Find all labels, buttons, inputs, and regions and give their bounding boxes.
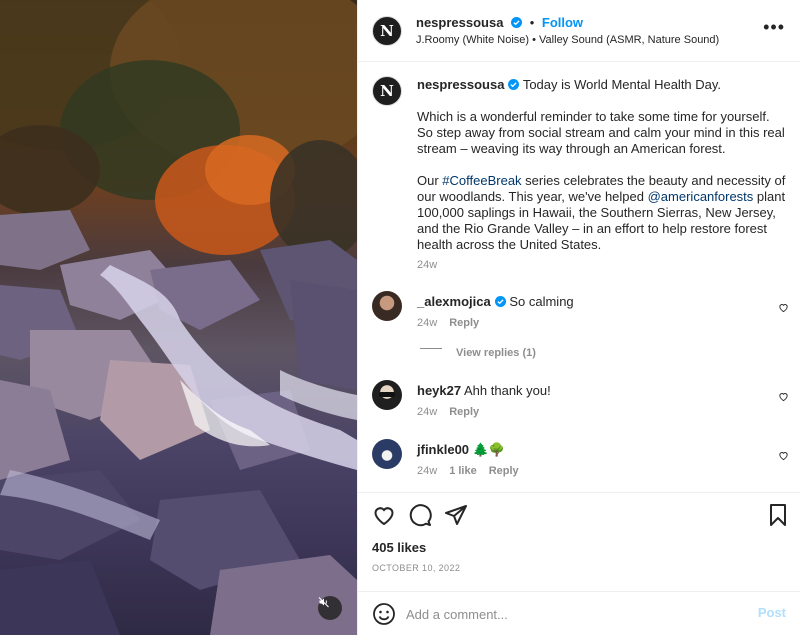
muted-speaker-icon bbox=[318, 597, 329, 608]
more-options-icon[interactable]: ••• bbox=[763, 18, 785, 36]
comment-timestamp[interactable]: 24w bbox=[417, 406, 437, 418]
heart-icon[interactable] bbox=[778, 391, 789, 402]
comment-meta: 24w Reply bbox=[417, 317, 479, 329]
heart-icon[interactable] bbox=[372, 503, 396, 527]
likes-count[interactable]: 405 likes bbox=[372, 540, 426, 555]
commenter-avatar[interactable] bbox=[372, 380, 402, 410]
instagram-post-modal: N nespressousa • Follow J.Roomy (White N… bbox=[0, 0, 800, 635]
author-avatar[interactable]: N bbox=[372, 16, 402, 46]
post-header: N nespressousa • Follow J.Roomy (White N… bbox=[358, 0, 800, 62]
replies-divider bbox=[420, 348, 442, 349]
mention-link[interactable]: @americanforests bbox=[648, 189, 754, 204]
heart-icon[interactable] bbox=[778, 302, 789, 313]
post-date[interactable]: OCTOBER 10, 2022 bbox=[372, 563, 460, 573]
caption-author-avatar[interactable]: N bbox=[372, 76, 402, 106]
reply-button[interactable]: Reply bbox=[449, 406, 479, 418]
separator-dot: • bbox=[529, 15, 535, 30]
audio-attribution[interactable]: J.Roomy (White Noise) • Valley Sound (AS… bbox=[416, 34, 719, 46]
view-replies-button[interactable]: View replies (1) bbox=[456, 347, 536, 359]
verified-badge-icon bbox=[511, 17, 523, 28]
hashtag-link[interactable]: #CoffeeBreak bbox=[442, 173, 521, 188]
author-username[interactable]: nespressousa bbox=[416, 15, 503, 30]
commenter-avatar[interactable] bbox=[372, 439, 402, 469]
comment-timestamp[interactable]: 24w bbox=[417, 465, 437, 477]
comment-icon[interactable] bbox=[408, 503, 432, 527]
share-icon[interactable] bbox=[444, 503, 468, 527]
verified-badge-icon bbox=[494, 296, 506, 307]
bookmark-icon[interactable] bbox=[766, 503, 790, 527]
post-details-panel: N nespressousa • Follow J.Roomy (White N… bbox=[357, 0, 800, 635]
comment-row: heyk27 Ahh thank you! bbox=[417, 383, 551, 398]
comment-row: jfinkle00 🌲🌳 bbox=[417, 442, 505, 458]
follow-button[interactable]: Follow bbox=[542, 15, 583, 30]
avatar-letter: N bbox=[380, 22, 394, 40]
comment-bar: Post bbox=[358, 591, 800, 635]
comment-text: 🌲🌳 bbox=[472, 442, 506, 457]
mute-toggle-button[interactable] bbox=[318, 596, 342, 620]
post-video[interactable] bbox=[0, 0, 357, 635]
comment-meta: 24w Reply bbox=[417, 406, 479, 418]
emoji-icon[interactable] bbox=[372, 602, 396, 626]
comment-text: Ahh thank you! bbox=[464, 383, 551, 398]
avatar-letter: N bbox=[380, 82, 394, 100]
caption-paragraph-3: Our #CoffeeBreak series celebrates the b… bbox=[417, 173, 787, 253]
comment-timestamp[interactable]: 24w bbox=[417, 317, 437, 329]
commenter-avatar[interactable] bbox=[372, 291, 402, 321]
comment-text: So calming bbox=[509, 294, 574, 309]
comment-username[interactable]: jfinkle00 bbox=[417, 442, 469, 457]
post-comment-button[interactable]: Post bbox=[758, 605, 786, 620]
comment-input[interactable] bbox=[406, 604, 736, 624]
comment-username[interactable]: _alexmojica bbox=[417, 294, 491, 309]
caption-lead: nespressousa Today is World Mental Healt… bbox=[417, 77, 787, 93]
post-actions: 405 likes OCTOBER 10, 2022 Post bbox=[358, 492, 800, 635]
comment-meta: 24w 1 like Reply bbox=[417, 465, 519, 477]
caption-text: Our bbox=[417, 173, 443, 188]
caption-lead-text: Today is World Mental Health Day. bbox=[522, 77, 722, 92]
comment-username[interactable]: heyk27 bbox=[417, 383, 461, 398]
comment-row: _alexmojica So calming bbox=[417, 294, 574, 309]
verified-badge-icon bbox=[508, 79, 520, 90]
caption-timestamp[interactable]: 24w bbox=[417, 259, 437, 271]
heart-icon[interactable] bbox=[778, 450, 789, 461]
sunglasses bbox=[379, 392, 395, 397]
reply-button[interactable]: Reply bbox=[449, 317, 479, 329]
reply-button[interactable]: Reply bbox=[489, 465, 519, 477]
caption-paragraph-2: Which is a wonderful reminder to take so… bbox=[417, 109, 785, 156]
comments-scroll-area[interactable]: N nespressousa Today is World Mental Hea… bbox=[358, 62, 800, 492]
comment-likes-count[interactable]: 1 like bbox=[449, 465, 477, 477]
forest-stream-image bbox=[0, 0, 357, 635]
caption-author-username[interactable]: nespressousa bbox=[417, 77, 504, 92]
